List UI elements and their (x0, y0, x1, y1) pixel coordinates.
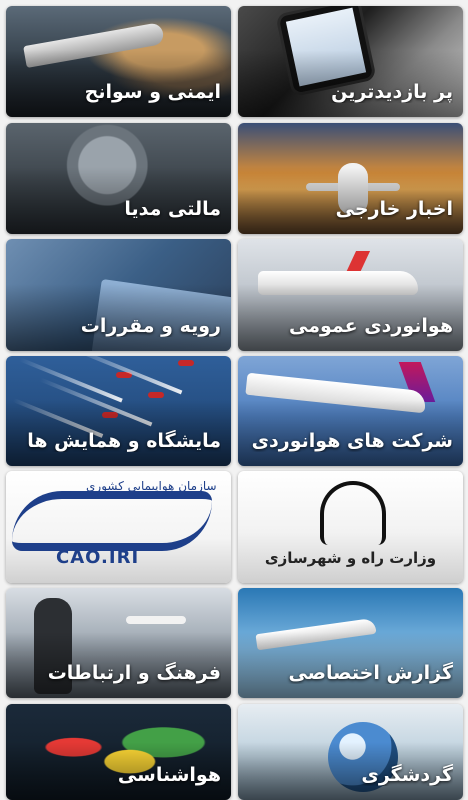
bird-icon (12, 491, 212, 551)
cao-logo: سازمان هواپیمایی کشوری CAO.IRI (6, 471, 231, 583)
tile-meteorology[interactable]: هواشناسی (6, 704, 231, 800)
tile-label: هوانوردی عمومی (289, 315, 453, 337)
ministry-caption: وزارت راه و شهرسازی (264, 549, 437, 567)
tile-cao[interactable]: سازمان هواپیمایی کشوری CAO.IRI (6, 471, 231, 583)
tile-safety-accidents[interactable]: ایمنی و سوانح (6, 6, 231, 117)
tile-exhibitions-conferences[interactable]: مایشگاه و همایش ها (6, 356, 231, 466)
tile-label: پر بازدیدترین (331, 81, 453, 103)
tile-airlines[interactable]: شرکت های هوانوردی (238, 356, 463, 466)
tile-multimedia[interactable]: مالتی مدیا (6, 123, 231, 234)
tile-label: گردشگری (361, 764, 453, 786)
tile-tourism[interactable]: گردشگری (238, 704, 463, 800)
cao-code: CAO.IRI (56, 547, 140, 568)
tile-label: گزارش اختصاصی (288, 662, 453, 684)
tile-label: شرکت های هوانوردی (251, 430, 453, 452)
tile-ministry-roads[interactable]: وزارت راه و شهرسازی (238, 471, 463, 583)
tile-general-aviation[interactable]: هوانوردی عمومی (238, 239, 463, 351)
tile-label: فرهنگ و ارتباطات (47, 662, 221, 684)
tile-label: اخبار خارجی (335, 198, 453, 220)
category-grid: پر بازدیدترین ایمنی و سوانح اخبار خارجی … (0, 0, 468, 800)
tile-foreign-news[interactable]: اخبار خارجی (238, 123, 463, 234)
ministry-logo: وزارت راه و شهرسازی (238, 471, 463, 583)
tile-rules-regulations[interactable]: رویه و مقررات (6, 239, 231, 351)
emblem-icon (320, 481, 386, 545)
airplane-icon (126, 616, 186, 624)
tile-label: هواشناسی (117, 764, 221, 786)
tile-most-visited[interactable]: پر بازدیدترین (238, 6, 463, 117)
tile-label: ایمنی و سوانح (84, 81, 221, 103)
tile-label: مالتی مدیا (124, 198, 221, 220)
tile-label: رویه و مقررات (80, 315, 221, 337)
tile-exclusive-report[interactable]: گزارش اختصاصی (238, 588, 463, 698)
tile-culture-communication[interactable]: فرهنگ و ارتباطات (6, 588, 231, 698)
tile-label: مایشگاه و همایش ها (27, 430, 221, 452)
